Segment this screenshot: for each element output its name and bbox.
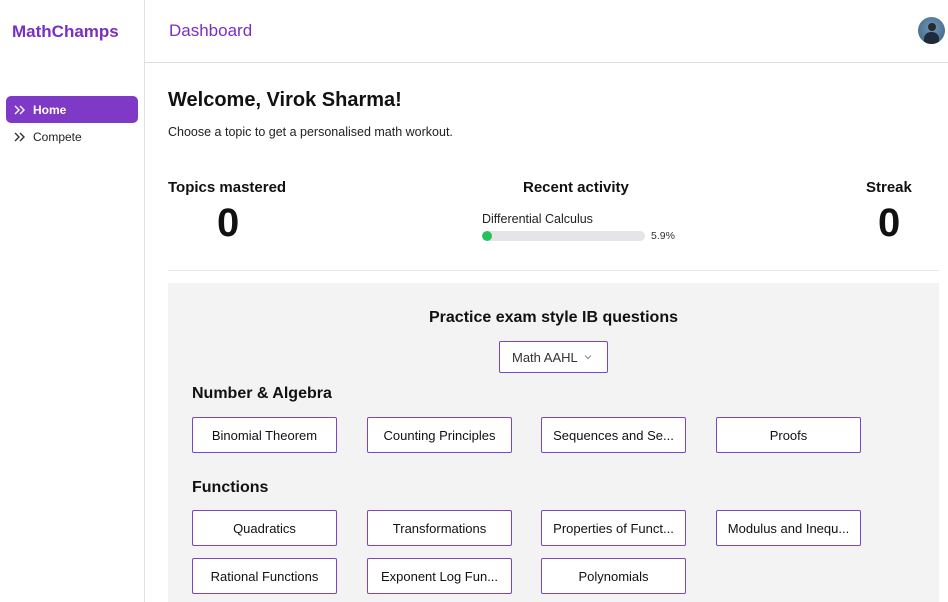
topic-button[interactable]: Transformations bbox=[367, 510, 512, 546]
double-chevron-right-icon bbox=[13, 131, 27, 143]
sidebar-nav: Home Compete bbox=[6, 96, 138, 150]
topic-button[interactable]: Proofs bbox=[716, 417, 861, 453]
sidebar-item-compete[interactable]: Compete bbox=[6, 123, 138, 150]
topic-button[interactable]: Counting Principles bbox=[367, 417, 512, 453]
topic-button[interactable]: Quadratics bbox=[192, 510, 337, 546]
topic-button[interactable]: Modulus and Inequ... bbox=[716, 510, 861, 546]
page-title: Dashboard bbox=[169, 21, 253, 40]
welcome-subtitle: Choose a topic to get a personalised mat… bbox=[168, 125, 453, 139]
top-header: Dashboard bbox=[145, 0, 948, 63]
course-select[interactable]: Math AAHL bbox=[499, 341, 608, 373]
recent-activity-progress-bar bbox=[482, 231, 645, 241]
course-select-value: Math AAHL bbox=[512, 349, 578, 365]
topic-button[interactable]: Polynomials bbox=[541, 558, 686, 594]
welcome-heading: Welcome, Virok Sharma! bbox=[168, 89, 402, 111]
sidebar-item-label: Home bbox=[33, 102, 67, 117]
recent-activity-label: Recent activity bbox=[523, 179, 629, 196]
topic-button[interactable]: Exponent Log Fun... bbox=[367, 558, 512, 594]
practice-title: Practice exam style IB questions bbox=[429, 309, 678, 326]
sidebar-item-label: Compete bbox=[33, 129, 82, 144]
topic-button[interactable]: Sequences and Se... bbox=[541, 417, 686, 453]
topic-button[interactable]: Binomial Theorem bbox=[192, 417, 337, 453]
chevron-down-icon bbox=[584, 355, 592, 360]
topic-button[interactable]: Rational Functions bbox=[192, 558, 337, 594]
topics-mastered-label: Topics mastered bbox=[168, 179, 287, 196]
topic-button[interactable]: Properties of Funct... bbox=[541, 510, 686, 546]
brand-logo[interactable]: MathChamps bbox=[12, 22, 119, 42]
streak-value: 0 bbox=[878, 201, 901, 245]
sidebar-item-home[interactable]: Home bbox=[6, 96, 138, 123]
double-chevron-right-icon bbox=[13, 104, 27, 116]
practice-panel: Practice exam style IB questions Math AA… bbox=[168, 283, 939, 602]
avatar-head bbox=[928, 23, 936, 31]
divider bbox=[168, 270, 939, 271]
recent-activity-topic[interactable]: Differential Calculus bbox=[482, 212, 593, 226]
topics-mastered-value: 0 bbox=[217, 201, 240, 245]
app-root: MathChamps Home Compete Dashboard Welcom… bbox=[0, 0, 948, 602]
section-title-functions: Functions bbox=[192, 479, 269, 496]
streak-label: Streak bbox=[866, 179, 912, 196]
recent-activity-percent: 5.9% bbox=[651, 230, 675, 242]
progress-fill bbox=[482, 231, 492, 241]
sidebar: MathChamps Home Compete bbox=[0, 0, 145, 602]
section-title-number-algebra: Number & Algebra bbox=[192, 385, 332, 402]
avatar-body bbox=[924, 32, 939, 44]
avatar[interactable] bbox=[918, 17, 945, 44]
